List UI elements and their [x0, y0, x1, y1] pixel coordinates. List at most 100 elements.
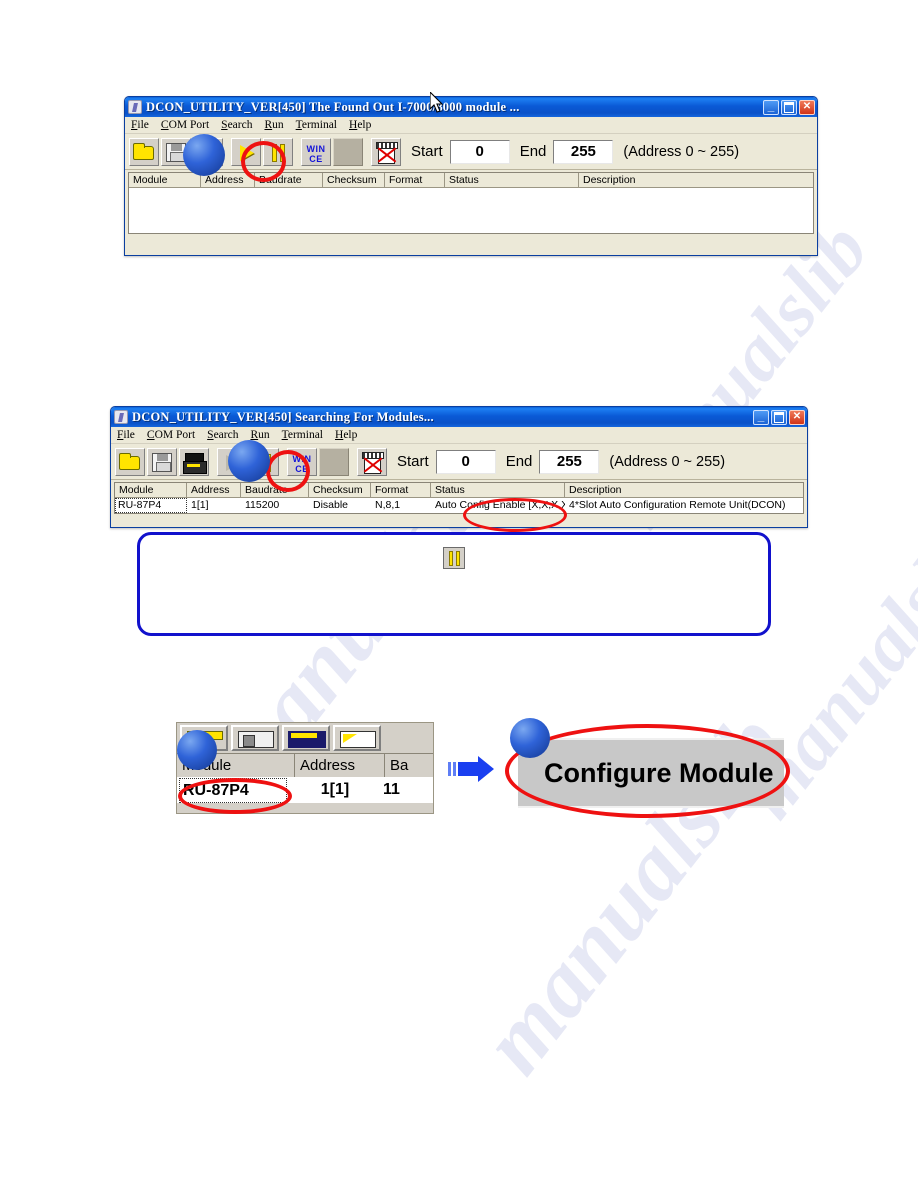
start-label: Start — [411, 143, 443, 160]
cell-address[interactable]: 1[1] — [187, 498, 241, 513]
end-input[interactable]: 255 — [539, 449, 600, 474]
minimize-icon: _ — [757, 408, 765, 423]
menu-item-terminal[interactable]: Terminal — [296, 119, 337, 131]
marker-dot-run-button — [183, 134, 225, 176]
terminal-disabled-icon[interactable] — [357, 447, 387, 476]
column-header-description[interactable]: Description — [579, 173, 813, 187]
column-header-module[interactable]: Module — [115, 483, 187, 497]
menu-label: ile — [137, 119, 149, 131]
column-header-status[interactable]: Status — [431, 483, 565, 497]
close-button[interactable]: ✕ — [789, 409, 805, 425]
blank-button-icon[interactable] — [319, 447, 349, 476]
page-root: manualslib manualslib manualslib manuals… — [0, 0, 918, 1188]
menu-label: un — [272, 119, 284, 131]
print-icon[interactable] — [179, 447, 209, 476]
window1-title: DCON_UTILITY_VER[450] The Found Out I-70… — [146, 99, 520, 114]
menu-item-help[interactable]: Help — [349, 119, 371, 131]
table-header-row: Module Address Baudrate Checksum Format … — [129, 173, 813, 188]
address-range-group: Start 0 End 255 (Address 0 ~ 255) — [395, 449, 726, 474]
menu-item-com-port[interactable]: COM Port — [161, 119, 209, 131]
dcon-utility-window-1[interactable]: DCON_UTILITY_VER[450] The Found Out I-70… — [124, 96, 818, 256]
menu-accel: C — [146, 429, 155, 441]
flow-arrow-icon — [448, 754, 500, 782]
menu-item-search[interactable]: Search — [221, 119, 252, 131]
column-header-format[interactable]: Format — [385, 173, 445, 187]
window1-module-list[interactable]: Module Address Baudrate Checksum Format … — [128, 172, 814, 234]
cell-module[interactable]: RU-87P4 — [115, 498, 187, 513]
end-input[interactable]: 255 — [553, 139, 614, 164]
wince-icon[interactable]: WIN CE — [301, 137, 331, 166]
column-header-module[interactable]: Module — [129, 173, 201, 187]
minimize-button[interactable]: _ — [753, 408, 769, 425]
window2-controls[interactable]: _ ✕ — [753, 408, 805, 425]
cell-description[interactable]: 4*Slot Auto Configuration Remote Unit(DC… — [565, 498, 803, 513]
menu-accel: R — [264, 119, 273, 131]
menu-item-file[interactable]: File — [117, 429, 135, 441]
menu-label: erminal — [301, 119, 337, 131]
end-label: End — [519, 143, 547, 160]
menu-item-search[interactable]: Search — [207, 429, 238, 441]
column-header-description[interactable]: Description — [565, 483, 803, 497]
wince-line-1: WIN — [306, 143, 326, 154]
menu-label: earch — [213, 429, 239, 441]
column-header-checksum[interactable]: Checksum — [309, 483, 371, 497]
cell-address: 1[1] — [320, 781, 350, 798]
floppy-glyph — [152, 452, 172, 472]
close-button[interactable]: ✕ — [799, 99, 815, 115]
window2-module-list[interactable]: Module Address Baudrate Checksum Format … — [114, 482, 804, 514]
cell-baudrate[interactable]: 115200 — [241, 498, 309, 513]
window2-titlebar[interactable]: DCON_UTILITY_VER[450] Searching For Modu… — [111, 407, 807, 427]
window1-titlebar[interactable]: DCON_UTILITY_VER[450] The Found Out I-70… — [125, 97, 817, 117]
menu-item-terminal[interactable]: Terminal — [282, 429, 323, 441]
menu-item-file[interactable]: File — [131, 119, 149, 131]
terminal-glyph — [376, 141, 398, 164]
mouse-cursor-icon — [430, 92, 444, 113]
maximize-button[interactable] — [771, 409, 787, 425]
column-header-status[interactable]: Status — [445, 173, 579, 187]
menu-item-run[interactable]: Run — [250, 429, 269, 441]
menu-label: ile — [123, 429, 135, 441]
column-header-address: Address — [295, 754, 385, 777]
menu-item-help[interactable]: Help — [335, 429, 357, 441]
print-icon — [282, 725, 330, 751]
window1-menubar[interactable]: File COM Port Search Run Terminal Help — [125, 117, 817, 134]
column-header-checksum[interactable]: Checksum — [323, 173, 385, 187]
minimize-icon: _ — [767, 98, 775, 113]
highlight-ellipse-run-button — [241, 141, 286, 182]
menu-accel: C — [160, 119, 169, 131]
maximize-icon — [772, 411, 786, 424]
wince-line-2: CE — [309, 153, 323, 164]
run-play-icon — [333, 725, 381, 751]
cell-checksum[interactable]: Disable — [309, 498, 371, 513]
cell-format[interactable]: N,8,1 — [371, 498, 431, 513]
column-header-address[interactable]: Address — [187, 483, 241, 497]
folder-glyph — [119, 452, 140, 470]
menu-item-run[interactable]: Run — [264, 119, 283, 131]
start-input[interactable]: 0 — [435, 449, 496, 474]
folder-glyph — [133, 142, 154, 160]
minimize-button[interactable]: _ — [763, 98, 779, 115]
terminal-disabled-icon[interactable] — [371, 137, 401, 166]
column-header-format[interactable]: Format — [371, 483, 431, 497]
window1-toolbar[interactable]: WIN CE Start 0 End 255 (Address 0 ~ 255) — [125, 134, 817, 170]
start-label: Start — [397, 453, 429, 470]
app-icon — [114, 410, 128, 424]
table-row[interactable]: RU-87P4 1[1] 115200 Disable N,8,1 Auto C… — [115, 498, 803, 513]
maximize-button[interactable] — [781, 99, 797, 115]
address-range-note: (Address 0 ~ 255) — [609, 453, 726, 470]
window1-controls[interactable]: _ ✕ — [763, 98, 815, 115]
menu-item-com-port[interactable]: COM Port — [147, 429, 195, 441]
open-folder-icon[interactable] — [129, 137, 159, 166]
window2-toolbar[interactable]: WIN CE Start 0 End 255 (Address 0 ~ 255) — [111, 444, 807, 480]
start-input[interactable]: 0 — [449, 139, 510, 164]
pause-icon — [443, 547, 465, 569]
open-folder-icon[interactable] — [115, 447, 145, 476]
blank-button-icon[interactable] — [333, 137, 363, 166]
close-icon: ✕ — [792, 411, 802, 422]
window2-menubar[interactable]: File COM Port Search Run Terminal Help — [111, 427, 807, 444]
highlight-ellipse-module-value — [178, 778, 292, 814]
printer-glyph — [183, 452, 207, 474]
save-floppy-icon[interactable] — [147, 447, 177, 476]
wince-glyph: WIN CE — [304, 141, 328, 164]
dcon-utility-window-2[interactable]: DCON_UTILITY_VER[450] Searching For Modu… — [110, 406, 808, 528]
